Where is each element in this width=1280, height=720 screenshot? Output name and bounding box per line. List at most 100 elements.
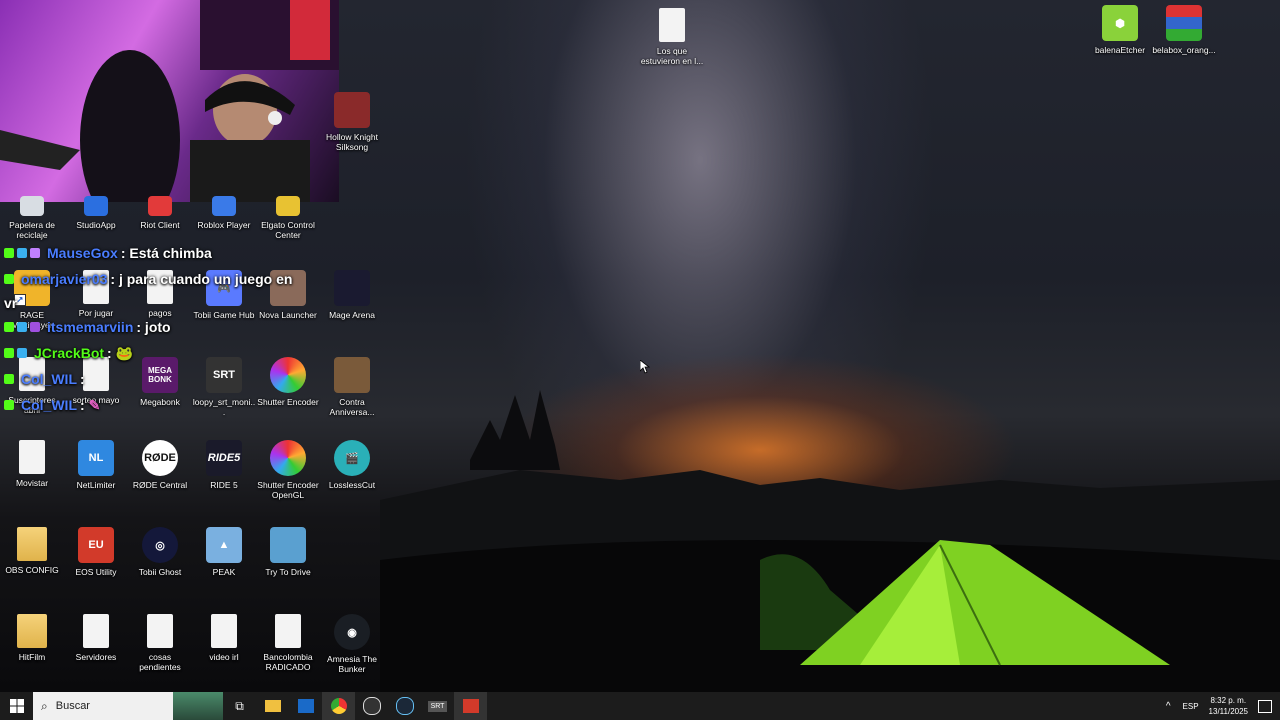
- badge-icon: [30, 248, 40, 258]
- emote-icon: 🐸: [115, 344, 134, 361]
- chat-username: JCrackBot: [34, 345, 105, 361]
- bot-badge-icon: [17, 348, 27, 358]
- taskbar-search-box[interactable]: ⌕ Buscar: [33, 692, 223, 720]
- eos-utility-icon: EU: [78, 527, 114, 563]
- taskbar-obs[interactable]: [355, 692, 388, 720]
- clock-date: 13/11/2025: [1208, 707, 1248, 716]
- kick-badge-icon: [4, 322, 14, 332]
- show-hidden-icons-chevron-icon[interactable]: ^: [1166, 701, 1171, 712]
- desktop-icon-movistar[interactable]: Movistar: [0, 440, 64, 488]
- streamer-cam-image: [0, 0, 339, 202]
- document-icon: [211, 614, 237, 648]
- desktop-icon-amnesia-the-bunker[interactable]: ◉ Amnesia The Bunker: [320, 614, 384, 674]
- ride-5-icon: RIDE5: [206, 440, 242, 476]
- chat-message: omarjavier03 : j para cuando un juego en: [4, 266, 304, 292]
- start-button[interactable]: [0, 692, 33, 720]
- desktop-icon-peak[interactable]: ▲ PEAK: [192, 527, 256, 577]
- kick-badge-icon: [4, 348, 14, 358]
- mage-arena-icon: [334, 270, 370, 306]
- desktop-icon-bancolombia-radicado[interactable]: Bancolombia RADICADO: [256, 614, 320, 672]
- chat-message: MauseGox : Está chimba: [4, 240, 304, 266]
- taskbar-srt-app[interactable]: SRT: [421, 692, 454, 720]
- chat-text: : Está chimba: [120, 245, 212, 261]
- mouse-cursor-icon: [640, 360, 650, 374]
- badge-icon: [30, 322, 40, 332]
- outlook-icon: [297, 699, 314, 713]
- desktop-icon-eos-utility[interactable]: EU EOS Utility: [64, 527, 128, 577]
- notification-center-icon[interactable]: [1258, 699, 1272, 713]
- desktop-icon-riot-client[interactable]: Riot Client: [128, 196, 192, 230]
- steam-icon: [395, 697, 414, 715]
- desktop-icon-obs-config[interactable]: OBS CONFIG: [0, 527, 64, 575]
- chat-message: Col_WIL : ✎: [4, 392, 304, 418]
- folder-icon: [17, 527, 47, 561]
- chat-text: :: [80, 371, 85, 387]
- emote-icon: ✎: [88, 396, 101, 413]
- hollow-knight-icon: [334, 92, 370, 128]
- desktop-icon-belabox-archive[interactable]: belabox_orang...: [1152, 5, 1216, 55]
- webcam-overlay: [0, 0, 339, 202]
- sub-badge-icon: [17, 248, 27, 258]
- language-indicator[interactable]: ESP: [1183, 702, 1199, 711]
- search-highlight-image: [173, 692, 223, 720]
- taskbar-outlook[interactable]: [289, 692, 322, 720]
- chat-username: MauseGox: [47, 245, 118, 261]
- desktop-icon-tobii-ghost[interactable]: ◎ Tobii Ghost: [128, 527, 192, 577]
- desktop-icon-roblox-player[interactable]: Roblox Player: [192, 196, 256, 230]
- taskbar-chrome[interactable]: [322, 692, 355, 720]
- desktop-icon-cosas-pendientes[interactable]: cosas pendientes: [128, 614, 192, 672]
- tobii-ghost-icon: ◎: [142, 527, 178, 563]
- file-explorer-icon: [264, 700, 281, 712]
- desktop-icon-recycle-bin[interactable]: Papelera de reciclaje: [0, 196, 64, 240]
- desktop-icon-contra-anniversary[interactable]: Contra Anniversa...: [320, 357, 384, 417]
- try-to-drive-icon: [270, 527, 306, 563]
- sub-badge-icon: [17, 322, 27, 332]
- chat-username: Col_WIL: [21, 397, 77, 413]
- taskbar-steam[interactable]: [388, 692, 421, 720]
- netlimiter-icon: NL: [78, 440, 114, 476]
- fl-studio-icon: [462, 699, 479, 713]
- roblox-icon: [212, 196, 236, 216]
- document-icon: [659, 8, 685, 42]
- desktop-icon-try-to-drive[interactable]: Try To Drive: [256, 527, 320, 577]
- balenaetcher-icon: ⬢: [1102, 5, 1138, 41]
- chat-text: :: [107, 345, 112, 361]
- search-placeholder: Buscar: [55, 700, 90, 712]
- desktop-icon-ride-5[interactable]: RIDE5 RIDE 5: [192, 440, 256, 490]
- folder-icon: [17, 614, 47, 648]
- desktop-icon-mage-arena[interactable]: Mage Arena: [320, 270, 384, 320]
- desktop-icon-hollow-knight-silksong[interactable]: Hollow Knight Silksong: [320, 92, 384, 152]
- chat-text: vr: [4, 295, 18, 311]
- taskbar-fl-studio[interactable]: [454, 692, 487, 720]
- chrome-icon: [330, 698, 347, 714]
- desktop-icon-los-que-estuvieron[interactable]: Los que estuvieron en l...: [640, 8, 704, 66]
- desktop-icon-rode-central[interactable]: RØDE RØDE Central: [128, 440, 192, 490]
- search-icon: ⌕: [41, 698, 48, 713]
- desktop-icon-hitfilm[interactable]: HitFilm: [0, 614, 64, 662]
- shutter-encoder-icon: [270, 440, 306, 476]
- clock-time: 8:32 p. m.: [1210, 696, 1247, 705]
- desktop-icon-balenaetcher[interactable]: ⬢ balenaEtcher: [1088, 5, 1152, 55]
- document-icon: [275, 614, 301, 648]
- kick-badge-icon: [4, 248, 14, 258]
- recycle-bin-icon: [20, 196, 44, 216]
- chat-message-continuation: vr: [4, 292, 304, 314]
- document-icon: [19, 440, 45, 474]
- clock[interactable]: 8:32 p. m. 13/11/2025: [1209, 695, 1248, 717]
- chat-text: :: [80, 397, 85, 413]
- desktop-icon-losslesscut[interactable]: 🎬 LosslessCut: [320, 440, 384, 490]
- chat-text: : j para cuando un juego en: [110, 271, 293, 287]
- desktop-icon-servidores[interactable]: Servidores: [64, 614, 128, 662]
- desktop-icon-netlimiter[interactable]: NL NetLimiter: [64, 440, 128, 490]
- desktop-icon-elgato-control-center[interactable]: Elgato Control Center: [256, 196, 320, 240]
- task-view-button[interactable]: ⧉: [223, 692, 256, 720]
- kick-badge-icon: [4, 374, 14, 384]
- taskbar-file-explorer[interactable]: [256, 692, 289, 720]
- desktop-icon-studioapp[interactable]: StudioApp: [64, 196, 128, 230]
- chat-message: JCrackBot : 🐸: [4, 340, 304, 366]
- obs-icon: [362, 697, 381, 715]
- amnesia-icon: ◉: [334, 614, 370, 650]
- rode-central-icon: RØDE: [142, 440, 178, 476]
- desktop-icon-shutter-encoder-opengl[interactable]: Shutter Encoder OpenGL: [256, 440, 320, 500]
- desktop-icon-video-irl[interactable]: video irl: [192, 614, 256, 662]
